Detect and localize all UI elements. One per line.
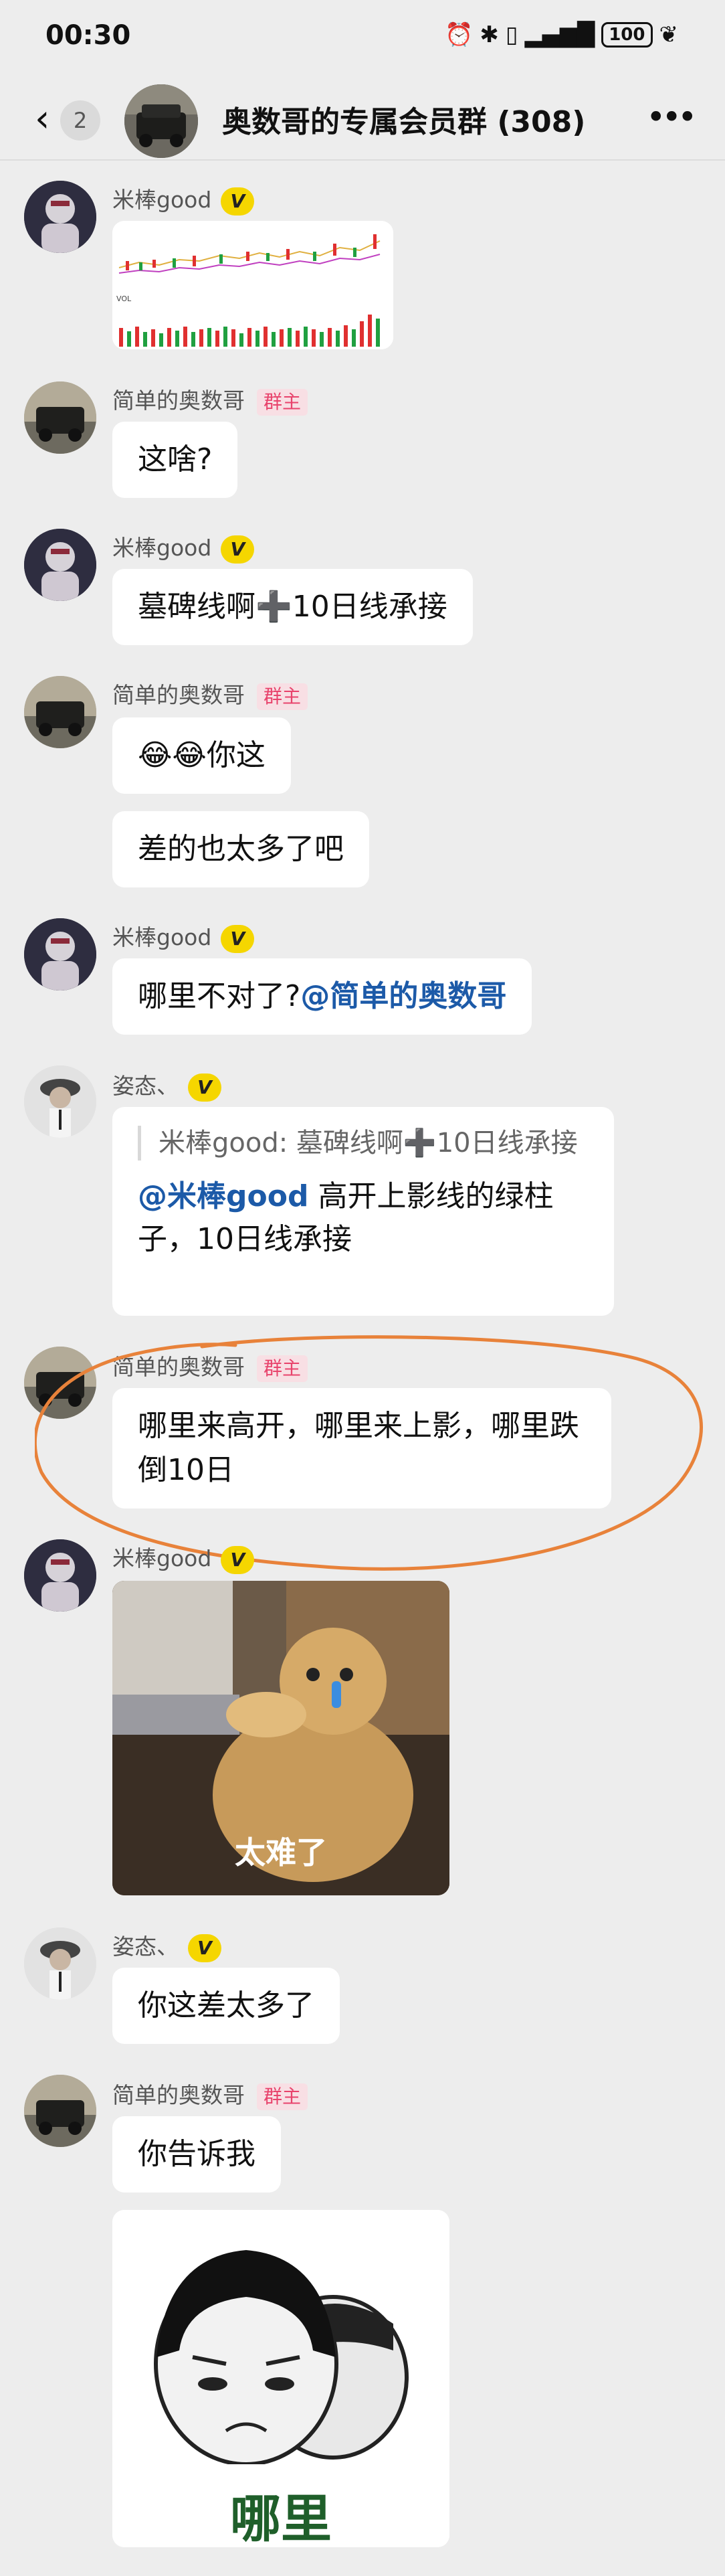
reply-text: @米棒good 高开上影线的绿柱子，10日线承接	[138, 1175, 589, 1261]
sender-name-text: 米棒good	[112, 187, 212, 213]
avatar[interactable]	[24, 918, 96, 991]
verified-badge: V	[221, 535, 255, 564]
avatar[interactable]	[24, 181, 96, 253]
sender-name: 简单的奥数哥 群主	[112, 383, 308, 416]
avatar[interactable]	[24, 381, 96, 454]
vibrate-icon: ▯	[505, 21, 518, 48]
sticker-caption: 哪里	[230, 2489, 332, 2547]
avatar[interactable]	[24, 529, 96, 601]
verified-badge: V	[188, 1934, 221, 1962]
message-bubble[interactable]: 墓碑线啊➕10日线承接	[112, 569, 473, 645]
sender-name-text: 姿态、	[112, 1073, 179, 1099]
avatar[interactable]	[24, 2075, 96, 2147]
sender-name-text: 姿态、	[112, 1934, 179, 1960]
verified-badge: V	[221, 1545, 255, 1574]
cat-sticker-image[interactable]: 太难了	[112, 1581, 449, 1895]
stock-chart-image[interactable]: VOL	[112, 221, 393, 349]
message-bubble[interactable]: 你告诉我	[112, 2116, 281, 2193]
status-bar: 00:30 ⏰ ✱ ▯ ▂▄▆█ 100 ❦	[0, 0, 725, 74]
sender-name: 米棒good V	[112, 182, 255, 216]
message-bubble[interactable]: 差的也太多了吧	[112, 811, 369, 887]
quoted-reply-bubble[interactable]: 米棒good: 墓碑线啊➕10日线承接 @米棒good 高开上影线的绿柱子，10…	[112, 1107, 614, 1316]
avatar[interactable]	[24, 1065, 96, 1138]
quoted-message[interactable]: 米棒good: 墓碑线啊➕10日线承接	[138, 1126, 589, 1161]
sender-name-text: 米棒good	[112, 535, 212, 561]
bluetooth-icon: ✱	[480, 21, 499, 48]
laughing-crying-emoji-icon: 😂😂	[138, 738, 207, 772]
sender-name-text: 米棒good	[112, 924, 212, 950]
signal-icon: ▂▄▆█	[524, 21, 595, 48]
group-avatar[interactable]	[124, 84, 198, 158]
sender-name: 姿态、 V	[112, 1929, 221, 1962]
meme-sticker-image[interactable]: 哪里	[112, 2210, 449, 2547]
svg-text:VOL: VOL	[116, 294, 132, 303]
unread-count-badge[interactable]: 2	[60, 100, 100, 141]
mention-link[interactable]: @米棒good	[138, 1179, 308, 1213]
sender-name: 简单的奥数哥 群主	[112, 2077, 308, 2110]
mention-link[interactable]: @简单的奥数哥	[300, 979, 506, 1013]
sender-name: 米棒good V	[112, 530, 255, 564]
verified-badge: V	[221, 924, 255, 953]
sender-name: 姿态、 V	[112, 1068, 221, 1102]
message-bubble[interactable]: 哪里不对了?@简单的奥数哥	[112, 958, 532, 1035]
battery-icon: 100	[601, 22, 653, 48]
status-icons: ⏰ ✱ ▯ ▂▄▆█ 100 ❦	[445, 21, 678, 48]
verified-badge: V	[221, 187, 255, 216]
sender-name-text: 简单的奥数哥	[112, 388, 245, 414]
sticker-caption: 太难了	[235, 1834, 327, 1871]
sender-name-text: 简单的奥数哥	[112, 2082, 245, 2108]
owner-badge: 群主	[257, 388, 308, 416]
verified-badge: V	[188, 1073, 221, 1102]
sender-name-text: 简单的奥数哥	[112, 682, 245, 708]
avatar[interactable]	[24, 1927, 96, 2000]
leaf-icon: ❦	[659, 21, 679, 48]
chat-header: ‹ 2 奥数哥的专属会员群 (308) •••	[0, 74, 725, 161]
message-bubble[interactable]: 你这差太多了	[112, 1968, 340, 2044]
sender-name: 简单的奥数哥 群主	[112, 677, 308, 710]
avatar[interactable]	[24, 1539, 96, 1612]
owner-badge: 群主	[257, 683, 308, 710]
sender-name: 米棒good V	[112, 1541, 255, 1574]
message-text: 你这	[206, 738, 266, 772]
more-options-icon[interactable]: •••	[646, 98, 698, 137]
status-time: 00:30	[45, 20, 131, 51]
message-bubble[interactable]: 😂😂你这	[112, 717, 291, 794]
avatar[interactable]	[24, 676, 96, 748]
sender-name: 米棒good V	[112, 920, 255, 953]
alarm-icon: ⏰	[445, 21, 474, 48]
owner-badge: 群主	[257, 2083, 308, 2110]
sender-name-text: 米棒good	[112, 1545, 212, 1571]
message-bubble[interactable]: 这啥?	[112, 422, 238, 498]
group-title: 奥数哥的专属会员群 (308)	[222, 105, 586, 139]
message-text: 哪里不对了?	[138, 979, 301, 1013]
